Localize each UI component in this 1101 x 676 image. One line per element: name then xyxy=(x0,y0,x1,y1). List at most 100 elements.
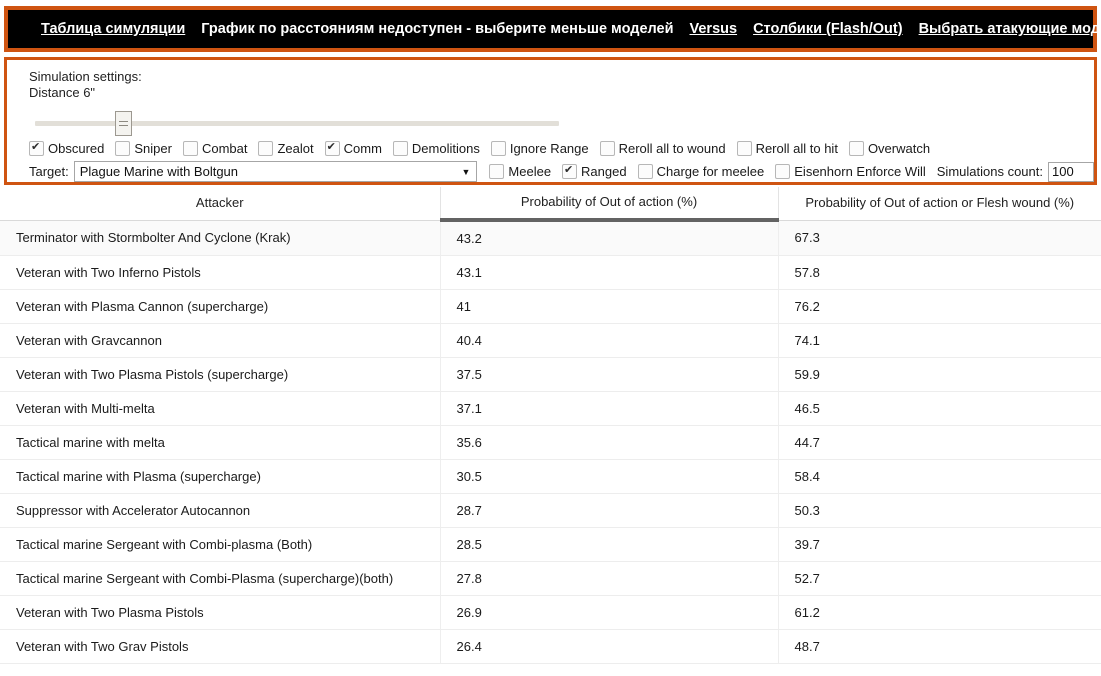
column-header-attacker[interactable]: Attacker xyxy=(0,187,441,221)
chevron-down-icon: ▼ xyxy=(461,166,471,177)
checkbox-zealot[interactable] xyxy=(258,141,274,156)
distance-slider-track[interactable] xyxy=(35,121,559,126)
simulations-count-input[interactable] xyxy=(1048,161,1094,182)
cell-attacker: Veteran with Gravcannon xyxy=(0,323,441,358)
simulations-count-label: Simulations count: xyxy=(936,164,1043,179)
checkbox-eisenhorn-enforce-will[interactable] xyxy=(775,164,791,179)
cell-attacker: Veteran with Two Plasma Pistols (superch… xyxy=(0,357,441,392)
cell-attacker: Terminator with Stormbolter And Cyclone … xyxy=(0,220,441,256)
column-header-out-of-action[interactable]: Probability of Out of action (%) xyxy=(440,187,779,222)
cell-attacker: Tactical marine with Plasma (supercharge… xyxy=(0,459,441,494)
cell-attacker: Tactical marine with melta xyxy=(0,425,441,460)
label-zealot: Zealot xyxy=(277,141,314,156)
cell-out-of-action: 37.5 xyxy=(440,357,779,392)
checkbox-demolitions[interactable] xyxy=(392,141,408,156)
table-row[interactable]: Veteran with Two Plasma Pistols (superch… xyxy=(0,357,1101,392)
cell-attacker: Veteran with Two Plasma Pistols xyxy=(0,595,441,630)
label-sniper: Sniper xyxy=(134,141,172,156)
cell-attacker: Suppressor with Accelerator Autocannon xyxy=(0,493,441,528)
cell-out-of-action-or-flesh-wound: 50.3 xyxy=(778,493,1101,528)
checkbox-comm[interactable] xyxy=(324,140,340,156)
label-ignore-range: Ignore Range xyxy=(509,141,589,156)
cell-attacker: Veteran with Multi-melta xyxy=(0,391,441,426)
label-combat: Combat xyxy=(201,141,248,156)
label-reroll-all-to-wound: Reroll all to wound xyxy=(618,141,726,156)
checkbox-ranged[interactable] xyxy=(562,163,578,179)
cell-out-of-action-or-flesh-wound: 57.8 xyxy=(778,255,1101,290)
cell-out-of-action: 26.4 xyxy=(440,629,779,664)
table-row[interactable]: Veteran with Gravcannon 40.4 74.1 xyxy=(0,323,1101,358)
table-row[interactable]: Tactical marine with melta 35.6 44.7 xyxy=(0,425,1101,460)
cell-out-of-action: 30.5 xyxy=(440,459,779,494)
settings-title: Simulation settings: xyxy=(29,69,142,84)
label-eisenhorn-enforce-will: Eisenhorn Enforce Will xyxy=(794,164,926,179)
option-checkbox-row-2: Target: Plague Marine with Boltgun ▼ Mee… xyxy=(29,161,1094,182)
checkbox-sniper[interactable] xyxy=(115,141,131,156)
cell-out-of-action-or-flesh-wound: 44.7 xyxy=(778,425,1101,460)
label-obscured: Obscured xyxy=(48,141,105,156)
checkbox-overwatch[interactable] xyxy=(848,141,864,156)
results-table-container: Attacker Probability of Out of action (%… xyxy=(0,187,1101,664)
target-select-value: Plague Marine with Boltgun xyxy=(79,164,239,179)
nav-link-versus[interactable]: Versus xyxy=(690,21,738,37)
cell-out-of-action: 41 xyxy=(440,289,779,324)
table-row[interactable]: Tactical marine with Plasma (supercharge… xyxy=(0,459,1101,494)
cell-out-of-action: 40.4 xyxy=(440,323,779,358)
distance-slider[interactable] xyxy=(29,111,1094,136)
cell-out-of-action-or-flesh-wound: 58.4 xyxy=(778,459,1101,494)
label-meelee: Meelee xyxy=(508,164,552,179)
checkbox-combat[interactable] xyxy=(182,141,198,156)
cell-attacker: Tactical marine Sergeant with Combi-plas… xyxy=(0,527,441,562)
table-row[interactable]: Suppressor with Accelerator Autocannon 2… xyxy=(0,493,1101,528)
nav-link-simulation-table[interactable]: Таблица симуляции xyxy=(41,21,185,37)
cell-out-of-action: 27.8 xyxy=(440,561,779,596)
table-row[interactable]: Veteran with Two Inferno Pistols 43.1 57… xyxy=(0,255,1101,290)
cell-attacker: Tactical marine Sergeant with Combi-Plas… xyxy=(0,561,441,596)
label-ranged: Ranged xyxy=(581,164,627,179)
cell-out-of-action: 28.5 xyxy=(440,527,779,562)
label-overwatch: Overwatch xyxy=(867,141,931,156)
cell-out-of-action-or-flesh-wound: 59.9 xyxy=(778,357,1101,392)
label-comm: Comm xyxy=(343,141,382,156)
table-row[interactable]: Tactical marine Sergeant with Combi-Plas… xyxy=(0,561,1101,596)
nav-notice-distance-chart-unavailable: График по расстояниям недоступен - выбер… xyxy=(201,21,674,37)
table-row[interactable]: Veteran with Plasma Cannon (supercharge)… xyxy=(0,289,1101,324)
cell-out-of-action-or-flesh-wound: 74.1 xyxy=(778,323,1101,358)
checkbox-obscured[interactable] xyxy=(29,140,44,156)
checkbox-reroll-all-to-wound[interactable] xyxy=(599,141,615,156)
column-header-out-of-action-or-flesh-wound[interactable]: Probability of Out of action or Flesh wo… xyxy=(778,187,1101,221)
option-checkbox-row-1: Obscured Sniper Combat Zealot Comm Demol… xyxy=(29,140,1094,156)
cell-out-of-action: 26.9 xyxy=(440,595,779,630)
cell-out-of-action: 35.6 xyxy=(440,425,779,460)
cell-out-of-action: 28.7 xyxy=(440,493,779,528)
checkbox-ignore-range[interactable] xyxy=(490,141,506,156)
checkbox-reroll-all-to-hit[interactable] xyxy=(736,141,752,156)
cell-out-of-action-or-flesh-wound: 76.2 xyxy=(778,289,1101,324)
cell-out-of-action-or-flesh-wound: 39.7 xyxy=(778,527,1101,562)
cell-out-of-action: 43.2 xyxy=(440,220,779,256)
target-label: Target: xyxy=(29,164,69,179)
target-select[interactable]: Plague Marine with Boltgun ▼ xyxy=(73,161,478,182)
cell-out-of-action-or-flesh-wound: 48.7 xyxy=(778,629,1101,664)
cell-out-of-action-or-flesh-wound: 67.3 xyxy=(778,220,1101,256)
table-row[interactable]: Veteran with Multi-melta 37.1 46.5 xyxy=(0,391,1101,426)
checkbox-meelee[interactable] xyxy=(489,164,505,179)
checkbox-charge-for-meelee[interactable] xyxy=(637,164,653,179)
table-row[interactable]: Veteran with Two Plasma Pistols 26.9 61.… xyxy=(0,595,1101,630)
distance-slider-thumb[interactable] xyxy=(115,111,132,136)
table-row[interactable]: Terminator with Stormbolter And Cyclone … xyxy=(0,220,1101,256)
cell-attacker: Veteran with Two Grav Pistols xyxy=(0,629,441,664)
table-row[interactable]: Veteran with Two Grav Pistols 26.4 48.7 xyxy=(0,629,1101,664)
cell-attacker: Veteran with Two Inferno Pistols xyxy=(0,255,441,290)
nav-link-select-attacking-models[interactable]: Выбрать атакующие модели xyxy=(919,21,1101,37)
cell-out-of-action-or-flesh-wound: 52.7 xyxy=(778,561,1101,596)
table-header-row: Attacker Probability of Out of action (%… xyxy=(0,187,1101,222)
nav-link-bars-flash-out[interactable]: Столбики (Flash/Out) xyxy=(753,21,903,37)
results-table: Attacker Probability of Out of action (%… xyxy=(0,187,1101,664)
table-body: Terminator with Stormbolter And Cyclone … xyxy=(0,220,1101,664)
cell-out-of-action: 43.1 xyxy=(440,255,779,290)
cell-out-of-action-or-flesh-wound: 61.2 xyxy=(778,595,1101,630)
table-row[interactable]: Tactical marine Sergeant with Combi-plas… xyxy=(0,527,1101,562)
distance-label: Distance 6" xyxy=(29,85,96,100)
cell-out-of-action-or-flesh-wound: 46.5 xyxy=(778,391,1101,426)
